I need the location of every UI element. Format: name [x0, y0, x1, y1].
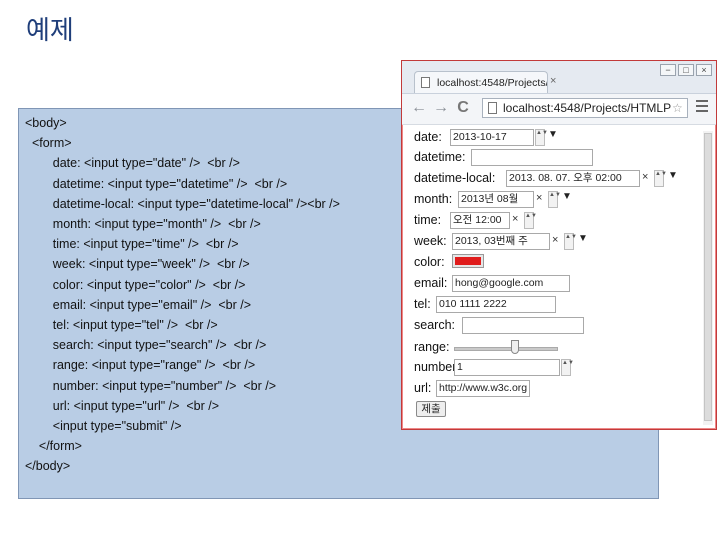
url-input[interactable]: http://www.w3c.org: [436, 380, 530, 397]
close-window-button[interactable]: ×: [696, 64, 712, 76]
code-line: search: <input type="search" /> <br />: [25, 338, 267, 353]
tab-close-icon[interactable]: ×: [550, 75, 556, 87]
title-bar: localhost:4548/Projects/H × − □ ×: [402, 61, 716, 94]
menu-icon[interactable]: [696, 100, 708, 114]
time-input[interactable]: 오전 12:00: [450, 212, 510, 229]
slide-title: 예제: [26, 16, 74, 46]
minimize-button[interactable]: −: [660, 64, 676, 76]
code-listing: <body> <form> date: <input type="date" /…: [25, 113, 340, 477]
time-clear-icon[interactable]: ×: [512, 213, 518, 225]
email-label: email:: [414, 276, 448, 290]
month-spinner[interactable]: ▲▼: [548, 191, 561, 208]
forward-button[interactable]: →: [432, 99, 450, 117]
email-input[interactable]: hong@google.com: [452, 275, 570, 292]
month-clear-icon[interactable]: ×: [536, 192, 542, 204]
range-track[interactable]: [454, 347, 558, 351]
code-line: datetime-local: <input type="datetime-lo…: [25, 196, 340, 211]
page-icon: [488, 102, 497, 114]
maximize-button[interactable]: □: [678, 64, 694, 76]
range-label: range:: [414, 340, 450, 354]
search-label: search:: [414, 318, 455, 332]
back-button[interactable]: ←: [410, 99, 428, 117]
code-line: </body>: [25, 459, 71, 474]
reload-button[interactable]: C: [454, 99, 472, 117]
date-spinner[interactable]: ▲▼: [535, 129, 548, 146]
bookmark-star-icon[interactable]: ☆: [672, 101, 683, 115]
code-line: <body>: [25, 116, 67, 130]
code-line: time: <input type="time" /> <br />: [25, 237, 239, 252]
code-line: date: <input type="date" /> <br />: [25, 156, 240, 171]
browser-tab[interactable]: localhost:4548/Projects/H: [414, 71, 548, 93]
datetime-local-clear-icon[interactable]: ×: [642, 171, 648, 183]
week-clear-icon[interactable]: ×: [552, 234, 558, 246]
color-fill: [455, 257, 481, 265]
color-input[interactable]: [452, 254, 484, 268]
code-line: url: <input type="url" /> <br />: [25, 398, 220, 413]
url-label: url:: [414, 381, 432, 395]
datetime-input[interactable]: [471, 149, 593, 166]
submit-button[interactable]: 제출: [416, 401, 446, 417]
range-row: range:: [414, 339, 584, 357]
code-line: week: <input type="week" /> <br />: [25, 257, 250, 272]
code-line: <input type="submit" />: [25, 419, 182, 434]
month-dropdown-icon[interactable]: ▼: [562, 191, 572, 202]
browser-toolbar: ← → C localhost:4548/Projects/HTMLP ☆: [402, 94, 716, 125]
datetime-label: datetime:: [414, 150, 466, 164]
week-label: week:: [414, 234, 447, 248]
date-dropdown-icon[interactable]: ▼: [548, 129, 558, 140]
datetime-local-label: datetime-local:: [414, 171, 496, 185]
tel-label: tel:: [414, 297, 431, 311]
date-input[interactable]: 2013-10-17: [450, 129, 534, 146]
code-line: number: <input type="number" /> <br />: [25, 378, 277, 393]
datetime-local-dropdown-icon[interactable]: ▼: [668, 170, 678, 181]
number-label: number:: [414, 360, 460, 374]
page-icon: [421, 77, 430, 88]
number-spinner[interactable]: ▲▼: [561, 359, 574, 376]
month-input[interactable]: 2013년 08월: [458, 191, 534, 208]
page-content: date: 2013-10-17 ▲▼ ▼ datetime: datetime…: [402, 125, 716, 429]
code-line: tel: <input type="tel" /> <br />: [25, 318, 218, 333]
browser-window: localhost:4548/Projects/H × − □ × ← → C …: [401, 60, 717, 430]
code-line: datetime: <input type="datetime" /> <br …: [25, 176, 288, 191]
time-spinner[interactable]: ▲▼: [524, 212, 537, 229]
datetime-local-input[interactable]: 2013. 08. 07. 오후 02:00: [506, 170, 640, 187]
month-label: month:: [414, 192, 453, 206]
week-dropdown-icon[interactable]: ▼: [578, 233, 588, 244]
code-line: color: <input type="color" /> <br />: [25, 277, 246, 292]
tel-input[interactable]: 010 1111 2222: [436, 296, 556, 313]
week-input[interactable]: 2013, 03번째 주: [452, 233, 550, 250]
code-line: <form>: [25, 136, 72, 151]
datetime-local-spinner[interactable]: ▲▼: [654, 170, 667, 187]
code-line: month: <input type="month" /> <br />: [25, 217, 261, 232]
tab-title: localhost:4548/Projects/H: [437, 77, 548, 89]
number-input[interactable]: 1: [454, 359, 560, 376]
code-line: </form>: [25, 439, 82, 454]
search-input[interactable]: [462, 317, 584, 334]
range-thumb[interactable]: [511, 340, 520, 354]
code-line: email: <input type="email" /> <br />: [25, 297, 252, 312]
date-label: date:: [414, 130, 442, 144]
time-label: time:: [414, 213, 442, 227]
week-spinner[interactable]: ▲▼: [564, 233, 577, 250]
address-bar[interactable]: localhost:4548/Projects/HTMLP: [482, 98, 688, 118]
code-line: range: <input type="range" /> <br />: [25, 358, 256, 373]
address-text: localhost:4548/Projects/HTMLP: [503, 101, 672, 115]
scrollbar-thumb[interactable]: [704, 133, 712, 421]
color-label: color:: [414, 255, 445, 269]
